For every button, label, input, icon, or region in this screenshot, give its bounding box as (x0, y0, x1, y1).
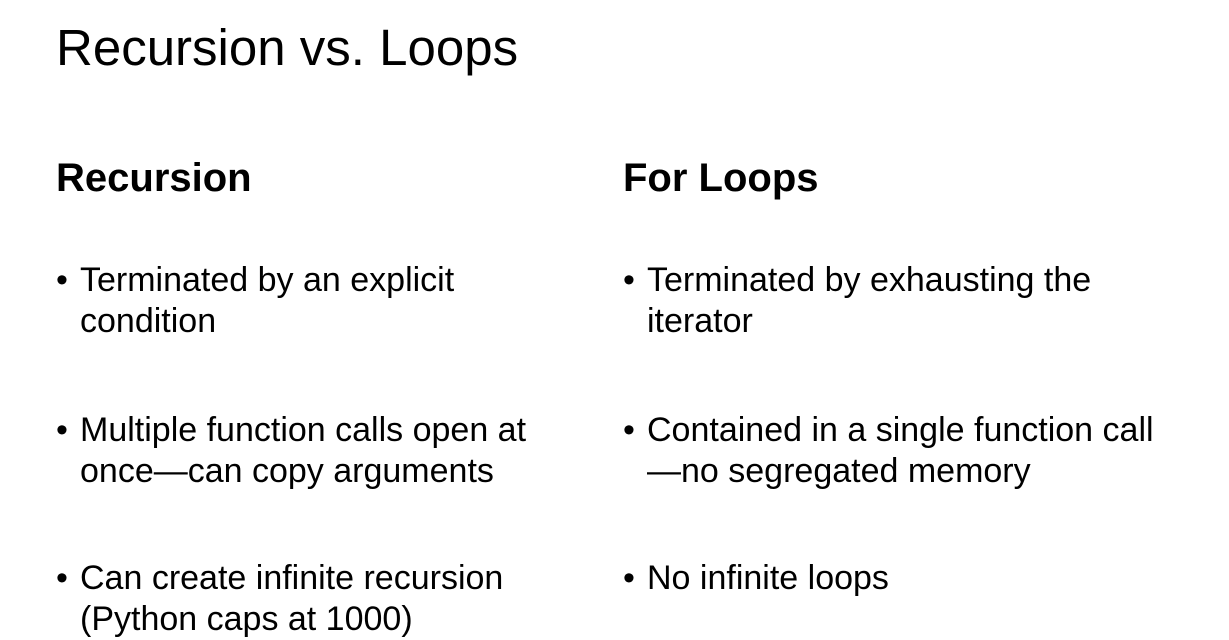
bullet-marker: • (623, 261, 635, 299)
bullet-text: Contained in a single function call—no s… (647, 411, 1154, 490)
bullet-item: • Contained in a single function call—no… (623, 410, 1183, 492)
bullet-marker: • (623, 559, 635, 597)
bullet-text: Can create infinite recursion (Python ca… (80, 559, 504, 638)
bullet-marker: • (56, 261, 68, 299)
bullet-text: No infinite loops (647, 559, 889, 597)
bullet-item: • Terminated by exhausting the iterator (623, 260, 1183, 342)
slide: Recursion vs. Loops Recursion • Terminat… (0, 0, 1229, 638)
recursion-column: Recursion • Terminated by an explicit co… (56, 154, 596, 638)
bullet-item: • Can create infinite recursion (Python … (56, 558, 596, 640)
column-heading-for-loops: For Loops (623, 156, 819, 200)
bullet-item: • Multiple function calls open at once—c… (56, 410, 596, 492)
bullet-text: Terminated by exhausting the iterator (647, 261, 1092, 340)
bullet-item: • No infinite loops (623, 558, 1183, 599)
bullet-text: Terminated by an explicit condition (80, 261, 455, 340)
bullet-marker: • (56, 559, 68, 597)
bullet-item: • Terminated by an explicit condition (56, 260, 596, 342)
bullet-marker: • (623, 411, 635, 449)
bullet-marker: • (56, 411, 68, 449)
bullet-text: Multiple function calls open at once—can… (80, 411, 527, 490)
slide-title: Recursion vs. Loops (56, 19, 519, 76)
column-heading-recursion: Recursion (56, 156, 252, 200)
for-loops-column: For Loops • Terminated by exhausting the… (623, 154, 1183, 597)
